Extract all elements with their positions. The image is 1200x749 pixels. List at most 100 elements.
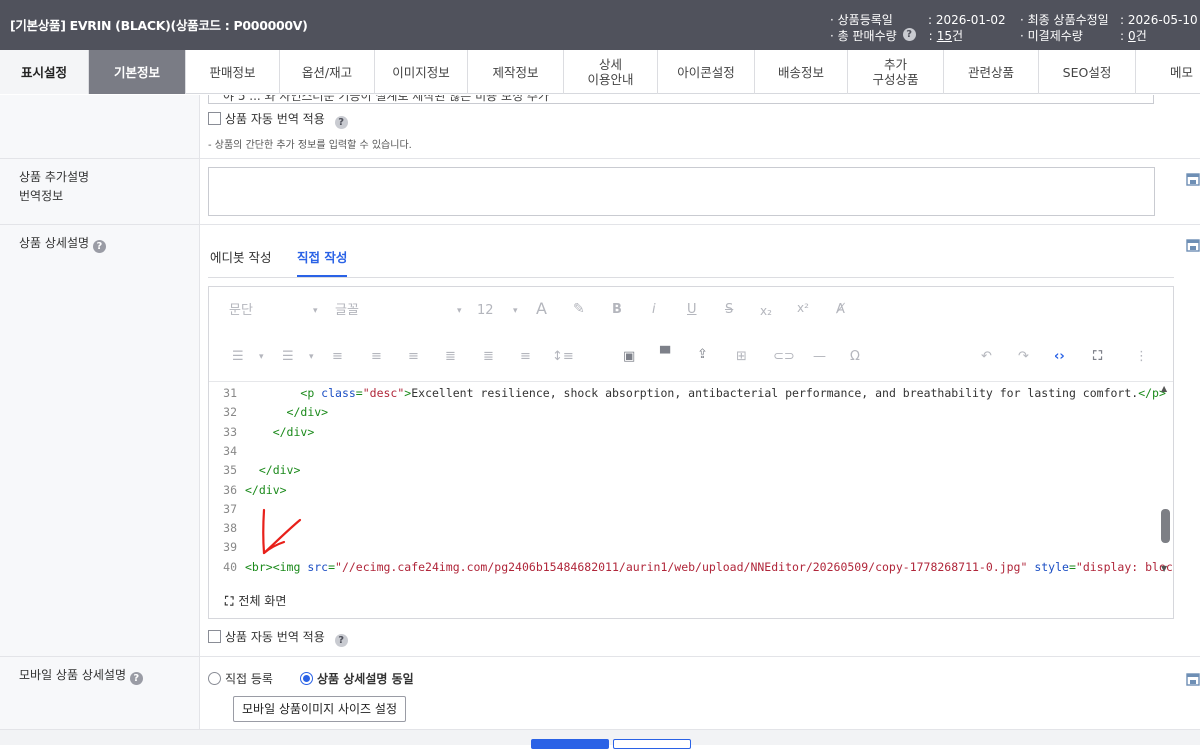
unsettled-link[interactable]: 0	[1128, 28, 1136, 44]
tab-shipping-info[interactable]: 배송정보	[755, 50, 848, 94]
line-number: 39	[223, 540, 237, 555]
subscript-icon[interactable]: x₂	[760, 303, 772, 319]
auto-translate-checkbox[interactable]	[208, 112, 221, 125]
font-size-select[interactable]: 12	[477, 303, 494, 319]
folder-icon[interactable]: ▀	[660, 347, 670, 363]
secondary-button[interactable]	[613, 739, 691, 749]
tab-related-products[interactable]: 관련상품	[944, 50, 1039, 94]
chevron-down-icon[interactable]: ▾	[259, 349, 264, 365]
underline-icon[interactable]: U	[687, 302, 697, 318]
mobile-option-same[interactable]: 상품 상세설명 동일	[300, 670, 414, 687]
clear-format-icon[interactable]: Ⱥ	[836, 302, 845, 318]
align-center-icon[interactable]: ≡	[371, 349, 382, 365]
tab-seo-settings[interactable]: SEO설정	[1039, 50, 1136, 94]
tab-usage-guide[interactable]: 상세 이용안내	[564, 50, 658, 94]
undo-icon[interactable]: ↶	[981, 349, 992, 365]
strikethrough-icon[interactable]: S	[725, 302, 733, 318]
table-icon[interactable]: ⊞	[736, 349, 747, 365]
paragraph-select[interactable]: 문단	[229, 303, 253, 319]
fullscreen-icon: ⛶	[225, 594, 234, 608]
product-header: [기본상품] EVRIN (BLACK)(상품코드 : P000000V) · …	[0, 0, 1200, 50]
code-scrollbar[interactable]: ▲ ▼	[1159, 382, 1173, 577]
tab-additional-products[interactable]: 추가 구성상품	[848, 50, 944, 94]
align-left-icon[interactable]: ≡	[332, 349, 343, 365]
indent-icon[interactable]: ≣	[445, 349, 456, 365]
ordered-list-icon[interactable]: ☰	[232, 349, 244, 365]
help-icon[interactable]: ?	[92, 240, 106, 253]
help-icon[interactable]: ?	[902, 28, 916, 41]
tab-display-settings[interactable]: 표시설정	[0, 50, 89, 94]
store-icon[interactable]	[1186, 672, 1200, 686]
mobile-desc-label-cell: 모바일 상품 상세설명 ?	[0, 657, 200, 729]
reg-date-value: : 2026-01-02	[928, 13, 1006, 27]
product-title: [기본상품] EVRIN (BLACK)(상품코드 : P000000V)	[10, 18, 308, 33]
superscript-icon[interactable]: x²	[797, 300, 809, 316]
tab-editor-bot[interactable]: 에디봇 작성	[210, 247, 271, 275]
outdent-icon[interactable]: ≣	[483, 349, 494, 365]
help-icon[interactable]: ?	[334, 634, 348, 647]
fullscreen-icon[interactable]: ⛶	[1093, 349, 1102, 365]
store-icon[interactable]	[1186, 172, 1200, 186]
modified-date-value: : 2026-05-10	[1120, 13, 1198, 27]
tab-memo[interactable]: 메모	[1136, 50, 1200, 94]
mobile-option-direct[interactable]: 직접 등록	[208, 670, 273, 687]
total-sales-link[interactable]: 15	[937, 28, 952, 44]
horizontal-rule-icon[interactable]: —	[813, 349, 826, 365]
html-editor: 문단 ▾ 글꼴 ▾ 12 ▾ A ✎ B i U S x₂ x² Ⱥ ☰ ▾ ☰…	[208, 286, 1174, 619]
link-icon[interactable]: ⊂⊃	[773, 349, 795, 365]
highlight-icon[interactable]: ✎	[573, 301, 585, 317]
summary-label-cell	[0, 95, 200, 158]
bold-icon[interactable]: B	[612, 302, 622, 318]
italic-icon[interactable]: i	[652, 302, 656, 318]
radio-same[interactable]	[300, 672, 313, 685]
special-char-icon[interactable]: Ω	[850, 349, 860, 365]
detail-auto-translate[interactable]: 상품 자동 번역 적용 ?	[208, 628, 348, 647]
chevron-down-icon[interactable]: ▾	[513, 303, 518, 319]
summary-textarea[interactable]: 야 5 ... 와 자연스러운 기능이 설계로 제작된 않은 비용 보정 추가	[208, 95, 1154, 104]
tab-options-stock[interactable]: 옵션/재고	[280, 50, 375, 94]
bullet-list-icon[interactable]: ☰	[282, 349, 294, 365]
radio-direct[interactable]	[208, 672, 221, 685]
extra-desc-textarea[interactable]	[208, 167, 1155, 216]
detail-desc-label-cell: 상품 상세설명 ?	[0, 225, 200, 656]
red-arrow-annotation	[262, 508, 302, 555]
summary-hint: - 상품의 간단한 추가 정보를 입력할 수 있습니다.	[208, 140, 412, 151]
chevron-down-icon[interactable]: ▾	[457, 303, 462, 319]
header-meta-left: · 상품등록일: 2026-01-02 · 총 판매수량?:15 건	[830, 13, 1006, 44]
line-number: 32	[223, 405, 237, 420]
detail-desc-label: 상품 상세설명 ?	[19, 234, 106, 253]
code-area[interactable]: 31 32 33 34 35 36 37 38 39 40 <p class="desc">Exc…	[209, 381, 1173, 577]
scroll-down-icon[interactable]: ▼	[1161, 564, 1167, 573]
code-view-icon[interactable]: ‹›	[1054, 349, 1065, 365]
tab-production-info[interactable]: 제작정보	[468, 50, 564, 94]
justify-icon[interactable]: ≡	[520, 349, 531, 365]
tab-image-info[interactable]: 이미지정보	[375, 50, 468, 94]
text-color-icon[interactable]: A	[536, 301, 547, 317]
summary-auto-translate[interactable]: 상품 자동 번역 적용 ?	[208, 110, 348, 129]
help-icon[interactable]: ?	[334, 116, 348, 129]
header-meta-right: · 최종 상품수정일: 2026-05-10 · 미결제수량:0 건	[1020, 13, 1198, 44]
line-height-icon[interactable]: ↕≡	[552, 349, 574, 365]
image-icon[interactable]: ▣	[623, 349, 635, 365]
save-button[interactable]	[531, 739, 609, 749]
chevron-down-icon[interactable]: ▾	[309, 349, 314, 365]
font-select[interactable]: 글꼴	[335, 303, 359, 319]
tab-sales-info[interactable]: 판매정보	[186, 50, 280, 94]
redo-icon[interactable]: ↷	[1018, 349, 1029, 365]
code-line: <p class="desc">Excellent resilience, sh…	[300, 386, 1166, 400]
store-icon[interactable]	[1186, 238, 1200, 252]
code-line: <br><img src="//ecimg.cafe24img.com/pg24…	[245, 559, 1173, 574]
help-icon[interactable]: ?	[129, 672, 143, 685]
auto-translate-checkbox[interactable]	[208, 630, 221, 643]
tab-basic-info[interactable]: 기본정보	[89, 50, 186, 94]
mobile-image-size-button[interactable]: 모바일 상품이미지 사이즈 설정	[233, 696, 406, 722]
more-icon[interactable]: ⋮	[1135, 349, 1148, 365]
align-right-icon[interactable]: ≡	[408, 349, 419, 365]
upload-icon[interactable]: ⇪	[697, 347, 708, 363]
scroll-up-icon[interactable]: ▲	[1161, 384, 1167, 393]
chevron-down-icon[interactable]: ▾	[313, 303, 318, 319]
fullscreen-toggle[interactable]: ⛶ 전체 화면	[225, 592, 286, 609]
scroll-thumb[interactable]	[1161, 509, 1170, 543]
tab-icon-settings[interactable]: 아이콘설정	[658, 50, 755, 94]
tab-direct-write[interactable]: 직접 작성	[297, 247, 348, 277]
